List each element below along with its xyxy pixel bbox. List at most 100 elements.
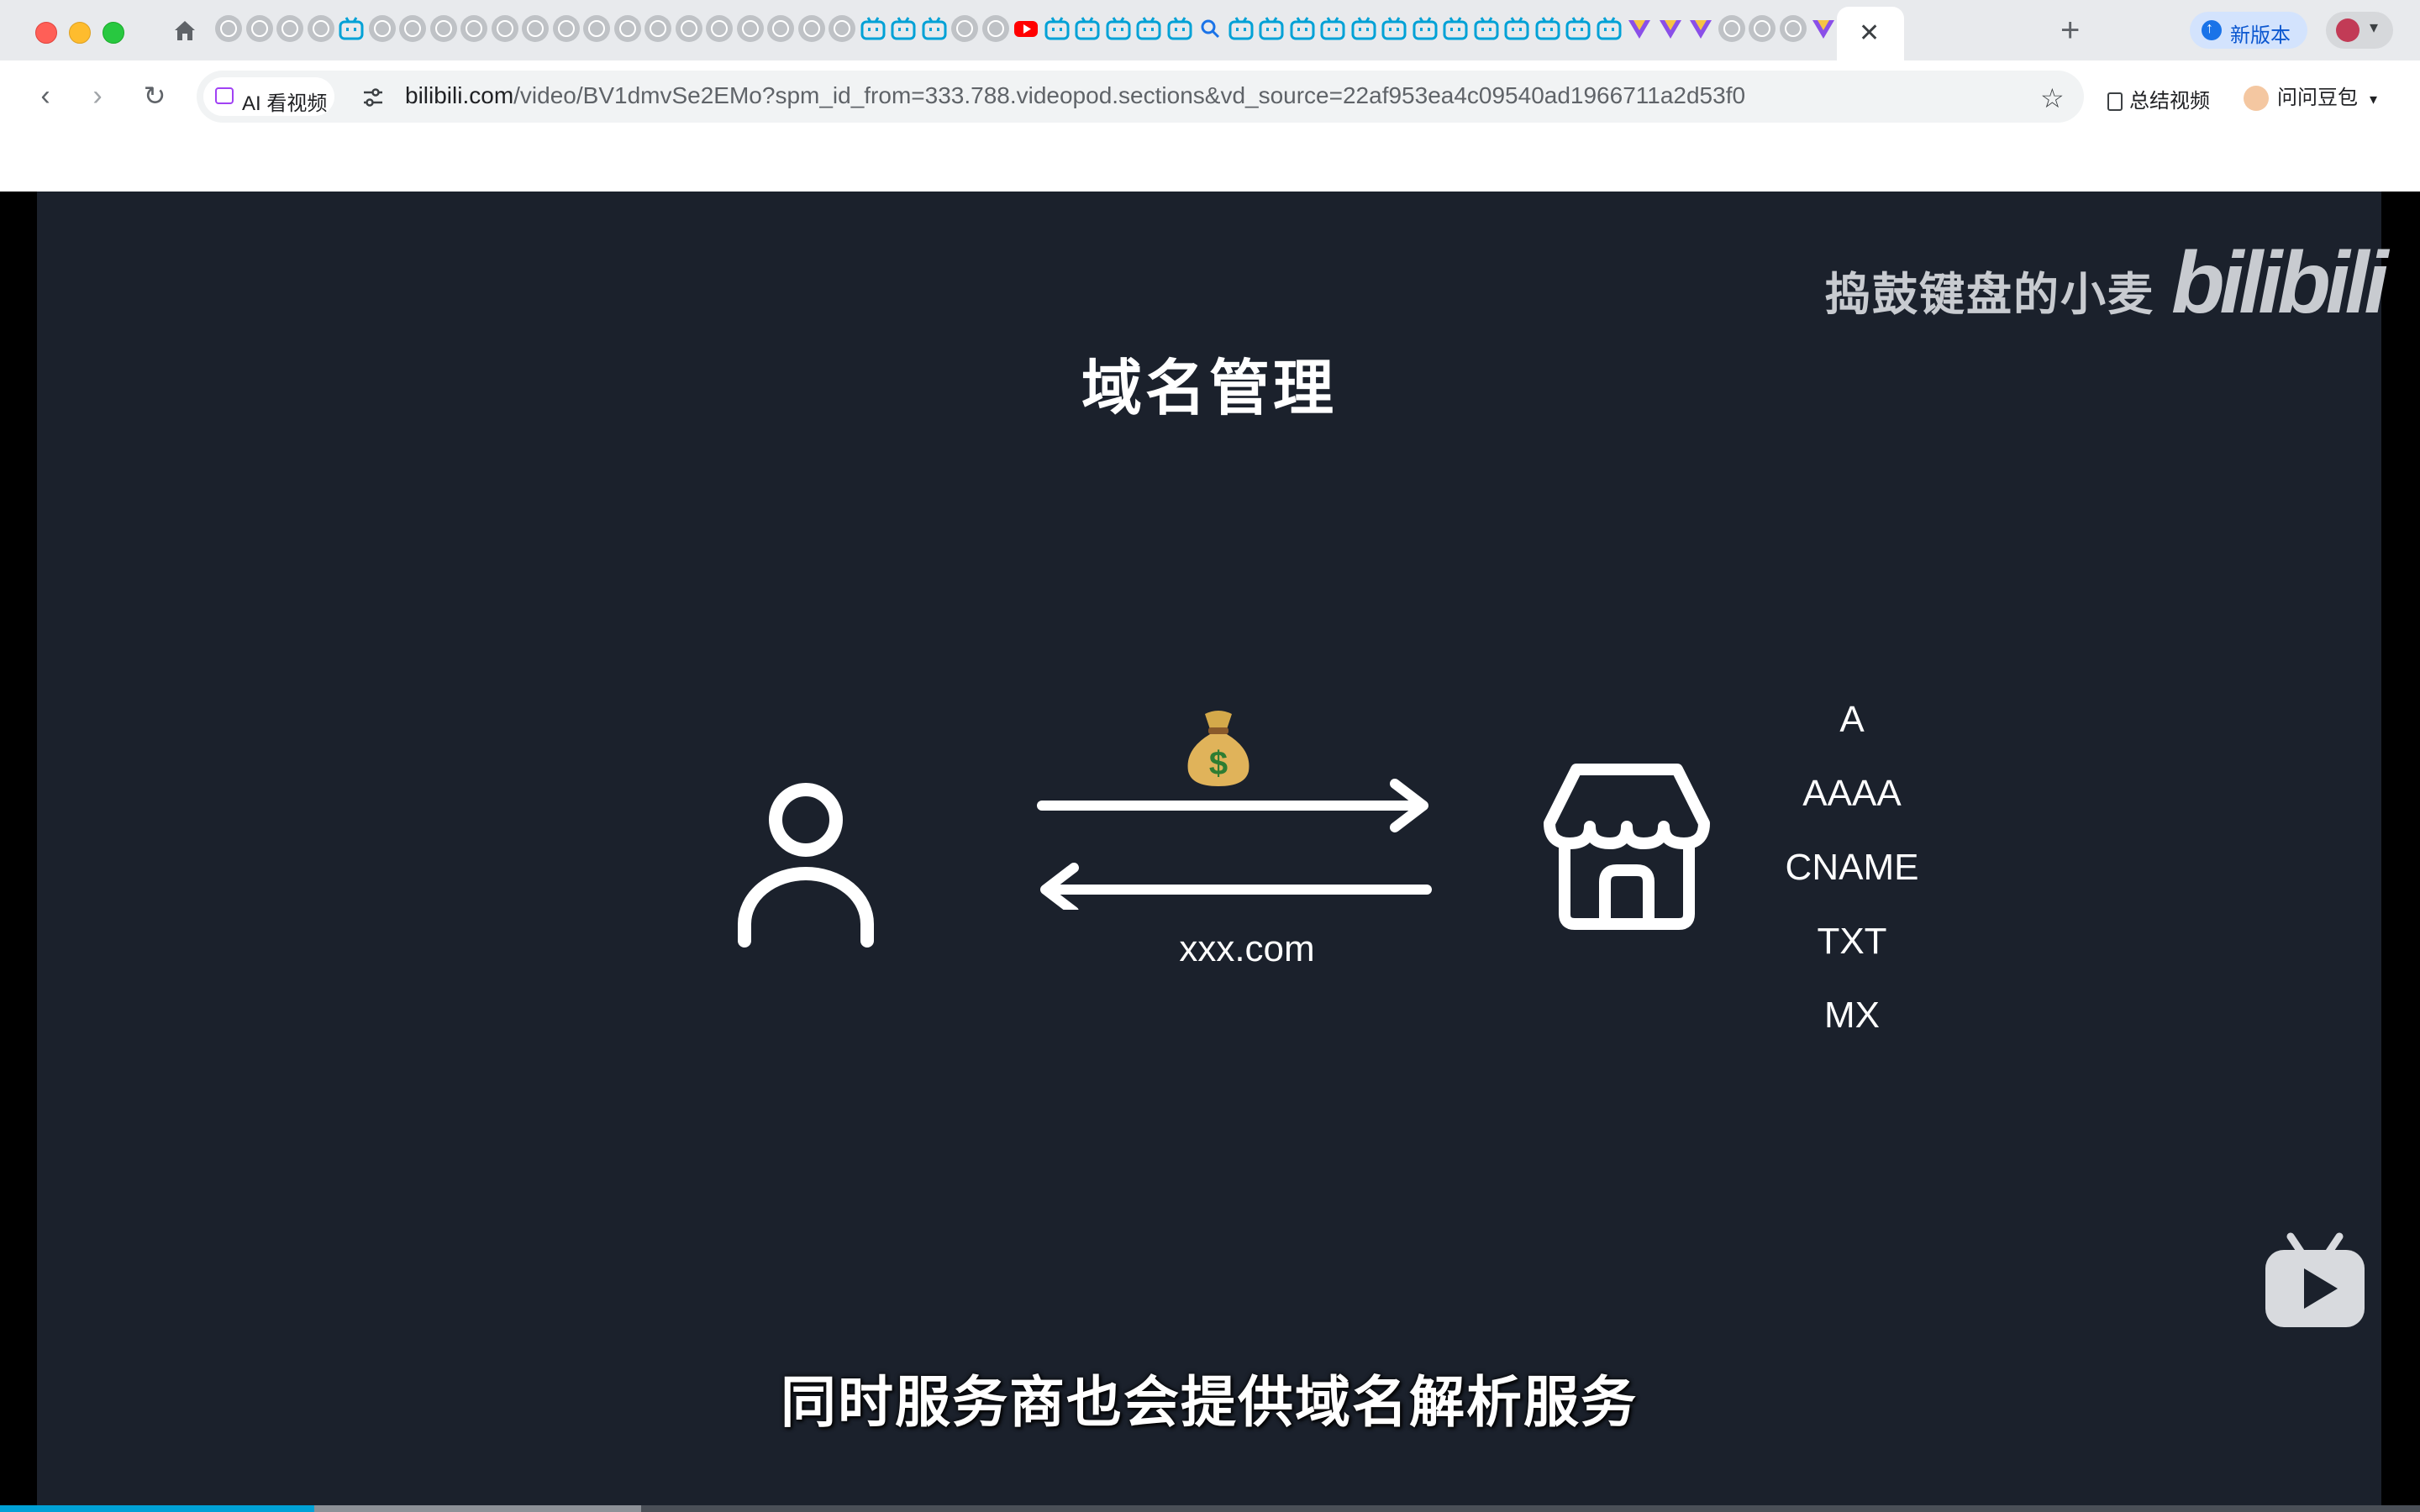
globe-icon[interactable] xyxy=(552,15,580,42)
dns-record: A xyxy=(1839,699,1865,740)
exchange-arrows xyxy=(1037,779,1432,910)
vue-icon[interactable] xyxy=(1626,15,1653,42)
bilibili-tab-icon[interactable] xyxy=(338,15,365,42)
ai-video-icon xyxy=(215,87,234,104)
globe-icon[interactable] xyxy=(245,15,273,42)
minimize-window-button[interactable] xyxy=(69,22,91,44)
bilibili-tab-icon[interactable] xyxy=(1534,15,1561,42)
video-subtitle: 同时服务商也会提供域名解析服务 xyxy=(781,1371,1638,1433)
url-path: /video/BV1dmvSe2EMo?spm_id_from=333.788.… xyxy=(513,82,1746,108)
globe-icon[interactable] xyxy=(460,15,487,42)
dns-record: MX xyxy=(1824,995,1880,1036)
fullscreen-window-button[interactable] xyxy=(103,22,124,44)
site-settings-icon[interactable] xyxy=(361,86,385,109)
globe-icon[interactable] xyxy=(981,15,1009,42)
doubao-button[interactable]: 问问豆包 ▾ xyxy=(2244,81,2377,111)
bilibili-tab-icon[interactable] xyxy=(1135,15,1162,42)
url-host: bilibili.com xyxy=(405,82,514,108)
bilibili-tab-icon[interactable] xyxy=(1503,15,1530,42)
bilibili-tab-icon[interactable] xyxy=(1289,15,1316,42)
forward-button[interactable]: › xyxy=(81,79,114,113)
globe-icon[interactable] xyxy=(215,15,242,42)
globe-icon[interactable] xyxy=(1718,15,1745,42)
summarize-label: 总结视频 xyxy=(2129,90,2210,113)
bilibili-tab-icon[interactable] xyxy=(1105,15,1132,42)
reload-button[interactable]: ↻ xyxy=(138,79,171,113)
ai-chip-label: AI 看视频 xyxy=(242,92,328,115)
video-frame: 捣鼓键盘的小麦 bilibili 域名管理 $ xxx.com A AAAA C… xyxy=(37,192,2395,1512)
bilibili-tab-icon[interactable] xyxy=(1319,15,1346,42)
update-icon xyxy=(2202,19,2222,40)
globe-icon[interactable] xyxy=(951,15,978,42)
globe-icon[interactable] xyxy=(276,15,303,42)
bilibili-tab-icon[interactable] xyxy=(1044,15,1071,42)
ai-watch-video-chip[interactable]: AI 看视频 xyxy=(203,77,334,116)
globe-icon[interactable] xyxy=(644,15,671,42)
browser-toolbar: ‹ › ↻ AI 看视频 bilibili.com/video/BV1dmvSe… xyxy=(0,60,2420,133)
bilibili-tab-icon[interactable] xyxy=(1166,15,1193,42)
bilibili-tab-icon[interactable] xyxy=(1074,15,1101,42)
new-tab-button[interactable]: + xyxy=(2060,10,2080,50)
close-tab-icon[interactable]: ✕ xyxy=(1859,17,1880,50)
user-icon xyxy=(738,783,874,948)
page-header-blank xyxy=(0,133,2420,192)
bilibili-tv-icon[interactable] xyxy=(2262,1231,2368,1331)
back-button[interactable]: ‹ xyxy=(29,79,62,113)
bilibili-tab-icon[interactable] xyxy=(1258,15,1285,42)
update-button[interactable]: 新版本 xyxy=(2190,12,2307,49)
bilibili-tab-icon[interactable] xyxy=(860,15,886,42)
video-player[interactable]: 捣鼓键盘的小麦 bilibili 域名管理 $ xxx.com A AAAA C… xyxy=(0,192,2420,1512)
globe-icon[interactable] xyxy=(429,15,457,42)
active-tab[interactable]: ✕ xyxy=(1837,7,1904,60)
address-bar[interactable]: AI 看视频 bilibili.com/video/BV1dmvSe2EMo?s… xyxy=(197,71,2084,123)
bilibili-tab-icon[interactable] xyxy=(1412,15,1439,42)
profile-button[interactable]: ▾ xyxy=(2326,12,2393,49)
summarize-video-button[interactable]: 总结视频 xyxy=(2107,84,2210,113)
globe-icon[interactable] xyxy=(797,15,825,42)
vue-icon[interactable] xyxy=(1657,15,1684,42)
bilibili-tab-icon[interactable] xyxy=(1381,15,1407,42)
globe-icon[interactable] xyxy=(829,15,855,42)
globe-icon[interactable] xyxy=(307,15,334,42)
dns-record-list: A AAAA CNAME TXT MX xyxy=(1751,683,1953,1053)
bilibili-tab-icon[interactable] xyxy=(921,15,948,42)
vue-icon[interactable] xyxy=(1687,15,1714,42)
progress-played xyxy=(0,1505,315,1512)
document-icon xyxy=(2107,92,2123,111)
globe-icon[interactable] xyxy=(706,15,733,42)
globe-icon[interactable] xyxy=(613,15,641,42)
bilibili-logo-icon: bilibili xyxy=(2171,235,2395,328)
globe-icon[interactable] xyxy=(491,15,518,42)
vue-icon[interactable] xyxy=(1810,15,1837,42)
globe-icon[interactable] xyxy=(522,15,549,42)
doubao-label: 问问豆包 xyxy=(2277,87,2358,109)
bilibili-tab-icon[interactable] xyxy=(1596,15,1623,42)
globe-icon[interactable] xyxy=(1779,15,1807,42)
bilibili-tab-icon[interactable] xyxy=(890,15,917,42)
pinned-tabs: P xyxy=(215,15,1897,45)
globe-icon[interactable] xyxy=(1749,15,1776,42)
video-progress-bar[interactable] xyxy=(0,1505,2420,1512)
close-window-button[interactable] xyxy=(35,22,57,44)
bilibili-tab-icon[interactable] xyxy=(1473,15,1500,42)
slide-title: 域名管理 xyxy=(1081,355,1337,423)
tab-strip: P ✕ + 新版本 ▾ xyxy=(0,0,2420,60)
search-icon[interactable] xyxy=(1197,15,1223,42)
globe-icon[interactable] xyxy=(675,15,702,42)
domain-label: xxx.com xyxy=(1179,928,1315,969)
bilibili-tab-icon[interactable] xyxy=(1442,15,1469,42)
home-icon[interactable] xyxy=(171,17,198,44)
watermark-uploader: 捣鼓键盘的小麦 xyxy=(1825,270,2154,320)
bilibili-tab-icon[interactable] xyxy=(1228,15,1255,42)
globe-icon[interactable] xyxy=(767,15,794,42)
bilibili-tab-icon[interactable] xyxy=(1565,15,1591,42)
url-text[interactable]: bilibili.com/video/BV1dmvSe2EMo?spm_id_f… xyxy=(405,82,1745,109)
bilibili-tab-icon[interactable] xyxy=(1350,15,1377,42)
bookmark-star-icon[interactable]: ☆ xyxy=(2040,82,2065,114)
globe-icon[interactable] xyxy=(399,15,426,42)
globe-icon[interactable] xyxy=(736,15,764,42)
svg-text:bilibili: bilibili xyxy=(2171,235,2391,328)
globe-icon[interactable] xyxy=(368,15,396,42)
globe-icon[interactable] xyxy=(583,15,610,42)
youtube-icon[interactable] xyxy=(1013,15,1039,42)
